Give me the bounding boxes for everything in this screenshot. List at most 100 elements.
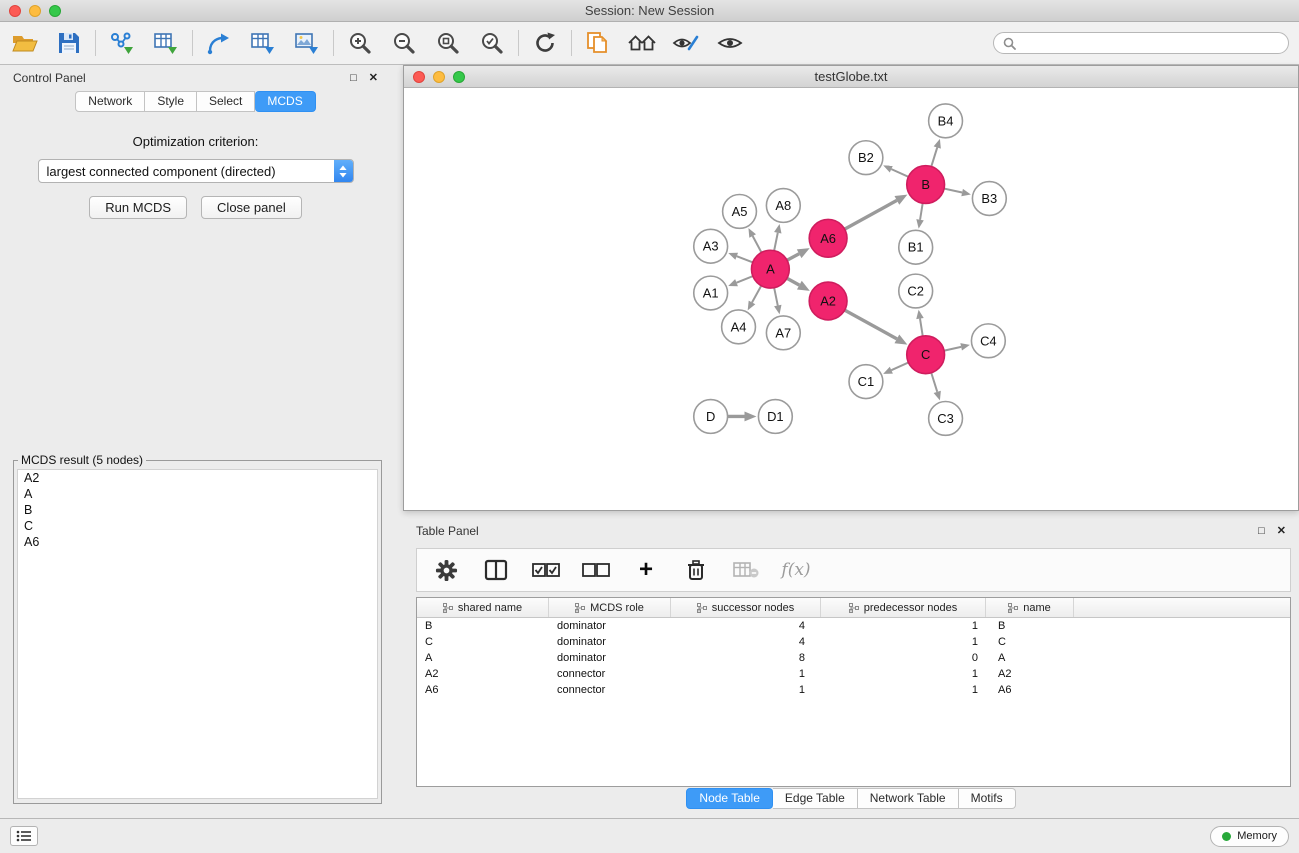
graphics-details-button[interactable] bbox=[671, 28, 701, 58]
show-panels-button[interactable] bbox=[10, 826, 38, 846]
delete-table-icon bbox=[733, 560, 759, 580]
column-header-shared-name[interactable]: shared name bbox=[417, 598, 549, 617]
unchecked-squares-icon bbox=[582, 562, 610, 578]
column-visibility-button[interactable] bbox=[481, 555, 511, 585]
column-header-successor-nodes[interactable]: successor nodes bbox=[671, 598, 821, 617]
column-header-label: successor nodes bbox=[712, 602, 795, 614]
column-type-icon bbox=[443, 603, 453, 613]
table-tab-network-table[interactable]: Network Table bbox=[858, 788, 959, 809]
column-header-predecessor-nodes[interactable]: predecessor nodes bbox=[821, 598, 986, 617]
close-window-button[interactable] bbox=[9, 5, 21, 17]
run-mcds-button[interactable]: Run MCDS bbox=[89, 196, 187, 219]
control-panel-title: Control Panel bbox=[13, 71, 86, 85]
select-all-button[interactable] bbox=[531, 555, 561, 585]
export-image-button[interactable] bbox=[292, 28, 322, 58]
mcds-result-item[interactable]: B bbox=[18, 502, 377, 518]
import-table-button[interactable] bbox=[151, 28, 181, 58]
table-panel-header: Table Panel □ ✕ bbox=[403, 518, 1299, 544]
table-panel-close-button[interactable]: ✕ bbox=[1277, 526, 1286, 537]
export-table-button[interactable] bbox=[248, 28, 278, 58]
zoom-in-button[interactable] bbox=[345, 28, 375, 58]
optimization-criterion-dropdown[interactable]: largest connected component (directed) bbox=[38, 159, 354, 183]
home-button[interactable] bbox=[627, 28, 657, 58]
documents-button[interactable] bbox=[583, 28, 613, 58]
table-tab-edge-table[interactable]: Edge Table bbox=[773, 788, 858, 809]
function-builder-button[interactable]: f(x) bbox=[781, 555, 811, 585]
edge-arrow-icon bbox=[916, 310, 923, 319]
zoom-out-button[interactable] bbox=[389, 28, 419, 58]
mcds-result-title: MCDS result (5 nodes) bbox=[18, 453, 146, 467]
close-panel-button[interactable]: Close panel bbox=[201, 196, 302, 219]
minimize-window-button[interactable] bbox=[29, 5, 41, 17]
toolbar-separator bbox=[518, 30, 519, 56]
table-cell: 1 bbox=[821, 636, 986, 648]
show-hide-details-button[interactable] bbox=[715, 28, 745, 58]
network-canvas[interactable]: B4B2BB3A5A8A6A3B1AA1C2A2A4A7C4CC1C3DD1 bbox=[404, 89, 1298, 510]
mcds-result-item[interactable]: A2 bbox=[18, 470, 377, 486]
table-cell: 4 bbox=[671, 620, 821, 632]
save-session-button[interactable] bbox=[54, 28, 84, 58]
control-panel-float-button[interactable]: □ bbox=[350, 73, 357, 84]
graph-node-label: B1 bbox=[908, 240, 924, 255]
delete-column-button[interactable] bbox=[681, 555, 711, 585]
table-row[interactable]: A2connector11A2 bbox=[417, 666, 1290, 682]
table-row[interactable]: Adominator80A bbox=[417, 650, 1290, 666]
table-tab-motifs[interactable]: Motifs bbox=[959, 788, 1016, 809]
network-zoom-button[interactable] bbox=[453, 71, 465, 83]
refresh-icon bbox=[533, 31, 557, 55]
column-header-MCDS-role[interactable]: MCDS role bbox=[549, 598, 671, 617]
table-settings-button[interactable] bbox=[431, 555, 461, 585]
zoom-window-button[interactable] bbox=[49, 5, 61, 17]
table-panel-float-button[interactable]: □ bbox=[1258, 526, 1265, 537]
gear-icon bbox=[435, 559, 458, 582]
import-network-button[interactable] bbox=[107, 28, 137, 58]
graph-node-label: C3 bbox=[937, 411, 954, 426]
edge-arrow-icon bbox=[960, 343, 970, 350]
column-header-name[interactable]: name bbox=[986, 598, 1074, 617]
search-field[interactable] bbox=[993, 32, 1289, 54]
deselect-all-button[interactable] bbox=[581, 555, 611, 585]
control-panel-close-button[interactable]: ✕ bbox=[369, 73, 378, 84]
edge-arrow-icon bbox=[774, 224, 781, 234]
tab-mcds[interactable]: MCDS bbox=[255, 91, 315, 112]
column-header-label: shared name bbox=[458, 602, 522, 614]
network-minimize-button[interactable] bbox=[433, 71, 445, 83]
share-network-button[interactable] bbox=[204, 28, 234, 58]
zoom-fit-button[interactable] bbox=[433, 28, 463, 58]
table-row[interactable]: Cdominator41C bbox=[417, 634, 1290, 650]
documents-icon bbox=[586, 31, 610, 55]
network-window-traffic-lights bbox=[413, 71, 465, 83]
mcds-result-item[interactable]: C bbox=[18, 518, 377, 534]
mcds-result-item[interactable]: A bbox=[18, 486, 377, 502]
table-tab-node-table[interactable]: Node Table bbox=[686, 788, 773, 809]
node-table: shared name MCDS role successor nodes prede… bbox=[416, 597, 1291, 787]
edge-arrow-icon bbox=[745, 411, 757, 421]
refresh-view-button[interactable] bbox=[530, 28, 560, 58]
search-input[interactable] bbox=[1021, 36, 1279, 50]
tab-network[interactable]: Network bbox=[75, 91, 145, 112]
table-row[interactable]: A6connector11A6 bbox=[417, 682, 1290, 698]
table-cell: A2 bbox=[417, 668, 549, 680]
mcds-result-item[interactable]: A6 bbox=[18, 534, 377, 550]
table-cell: connector bbox=[549, 668, 671, 680]
table-cell: 0 bbox=[821, 652, 986, 664]
delete-table-button[interactable] bbox=[731, 555, 761, 585]
window-traffic-lights bbox=[9, 5, 61, 17]
column-header-label: predecessor nodes bbox=[864, 602, 958, 614]
memory-button[interactable]: Memory bbox=[1210, 826, 1289, 847]
graph-node-label: A bbox=[766, 262, 775, 277]
zoom-selected-button[interactable] bbox=[477, 28, 507, 58]
eye-icon bbox=[717, 34, 743, 52]
network-close-button[interactable] bbox=[413, 71, 425, 83]
edge-arrow-icon bbox=[916, 219, 923, 228]
create-column-button[interactable]: + bbox=[631, 555, 661, 585]
graph-node-label: A2 bbox=[820, 293, 836, 308]
toolbar-separator bbox=[192, 30, 193, 56]
column-header-label: name bbox=[1023, 602, 1051, 614]
tab-select[interactable]: Select bbox=[197, 91, 255, 112]
open-session-button[interactable] bbox=[10, 28, 40, 58]
tab-style[interactable]: Style bbox=[145, 91, 197, 112]
table-row[interactable]: Bdominator41B bbox=[417, 618, 1290, 634]
table-cell: A bbox=[417, 652, 549, 664]
table-panel-title: Table Panel bbox=[416, 524, 479, 538]
